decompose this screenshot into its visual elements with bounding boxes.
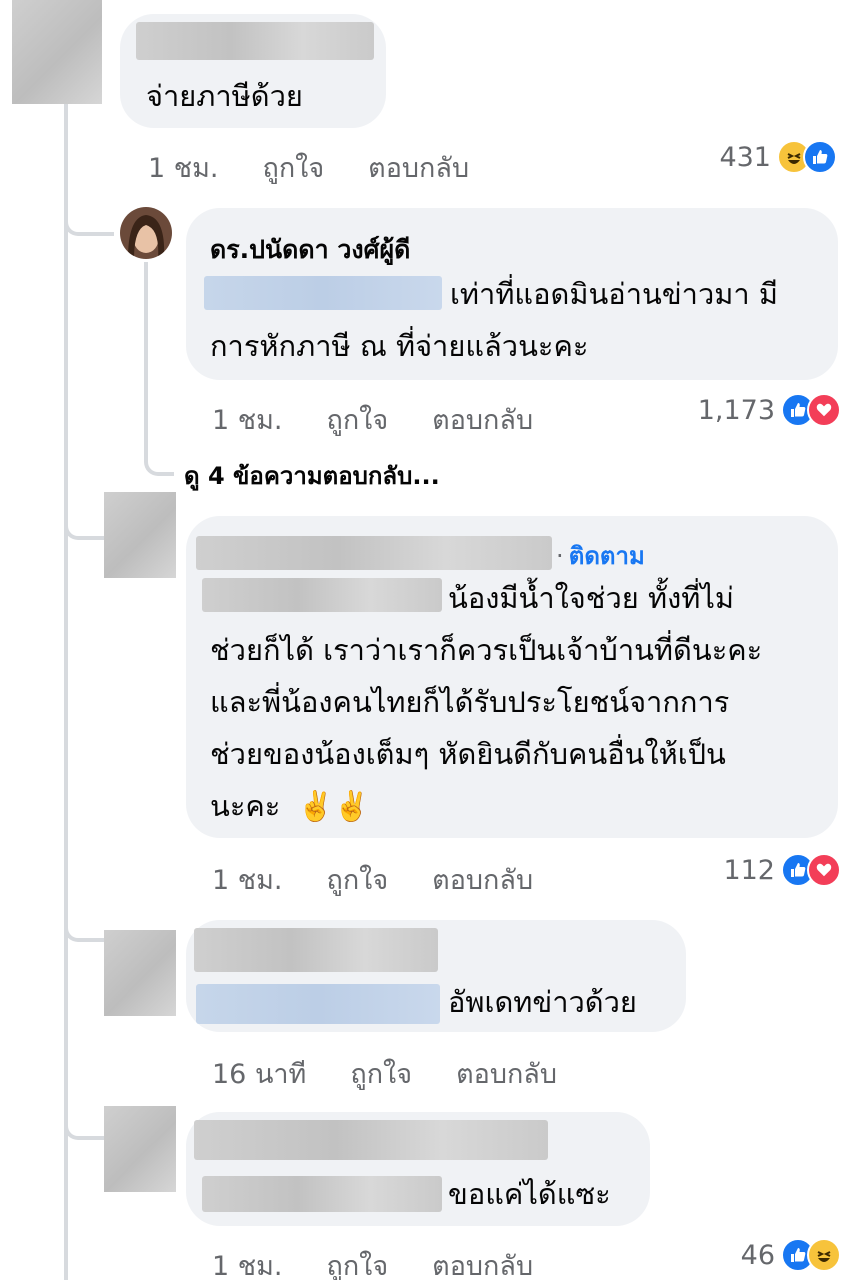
comment-meta: 1 ชม. ถูกใจ ตอบกลับ	[212, 398, 533, 441]
thread-connector	[64, 1100, 104, 1140]
comment-text-end: นะคะ	[210, 789, 281, 823]
haha-icon	[807, 1238, 841, 1272]
timestamp[interactable]: 1 ชม.	[212, 398, 282, 441]
reply-button[interactable]: ตอบกลับ	[432, 1244, 533, 1280]
thread-connector	[144, 440, 174, 476]
avatar[interactable]	[120, 207, 172, 259]
love-icon	[807, 853, 841, 887]
reaction-count: 112	[723, 854, 775, 886]
separator-dot: ·	[556, 542, 564, 570]
comment-text-line: ช่วยของน้องเต็มๆ หัดยินดีกับคนอื่นให้เป็…	[210, 737, 726, 771]
like-button[interactable]: ถูกใจ	[326, 1244, 388, 1280]
mention-redacted[interactable]	[204, 276, 442, 310]
reaction-summary[interactable]: 1,173	[698, 393, 841, 427]
like-icon	[803, 140, 837, 174]
victory-hand-emoji: ✌️✌️	[297, 789, 370, 823]
reaction-count: 1,173	[697, 394, 775, 426]
thread-connector	[64, 900, 104, 942]
timestamp[interactable]: 16 นาที	[212, 1052, 306, 1095]
thread-line-reply	[144, 262, 148, 462]
like-button[interactable]: ถูกใจ	[326, 398, 388, 441]
follow-group: · ติดตาม	[556, 536, 645, 575]
mention-redacted[interactable]	[196, 984, 440, 1024]
thread-connector	[64, 500, 104, 540]
thread-connector	[64, 190, 114, 236]
mention-redacted[interactable]	[202, 1176, 442, 1212]
comment-meta: 1 ชม. ถูกใจ ตอบกลับ	[148, 146, 469, 189]
comment-text-line: ช่วยก็ได้ เราว่าเราก็ควรเป็นเจ้าบ้านที่ด…	[210, 633, 763, 667]
avatar[interactable]	[104, 1106, 176, 1192]
like-button[interactable]: ถูกใจ	[326, 858, 388, 901]
reaction-count: 46	[740, 1239, 775, 1271]
author-name-redacted[interactable]	[196, 536, 552, 570]
view-replies-link[interactable]: ดู 4 ข้อความตอบกลับ...	[184, 456, 440, 495]
comment-text: ขอแค่ได้แซะ	[448, 1177, 611, 1211]
reply-button[interactable]: ตอบกลับ	[432, 398, 533, 441]
timestamp[interactable]: 1 ชม.	[148, 146, 218, 189]
reaction-summary[interactable]: 46	[741, 1238, 841, 1272]
author-name-redacted[interactable]	[136, 22, 374, 60]
mention-redacted[interactable]	[202, 578, 442, 612]
comment-text: จ่ายภาษีด้วย	[146, 79, 303, 113]
comment-text: อัพเดทข่าวด้วย	[448, 985, 637, 1019]
reply-button[interactable]: ตอบกลับ	[456, 1052, 557, 1095]
avatar[interactable]	[12, 0, 102, 104]
comment-text-line: การหักภาษี ณ ที่จ่ายแล้วนะคะ	[210, 329, 589, 363]
reply-button[interactable]: ตอบกลับ	[432, 858, 533, 901]
comment-meta: 16 นาที ถูกใจ ตอบกลับ	[212, 1052, 557, 1095]
like-button[interactable]: ถูกใจ	[350, 1052, 412, 1095]
comment-text-line: เท่าที่แอดมินอ่านข่าวมา มี	[450, 277, 778, 311]
reaction-summary[interactable]: 112	[723, 853, 841, 887]
avatar[interactable]	[104, 930, 176, 1016]
reaction-count: 431	[719, 141, 771, 173]
comment-text-line: และพี่น้องคนไทยก็ได้รับประโยชน์จากการ	[210, 685, 730, 719]
author-name-redacted[interactable]	[194, 1120, 548, 1160]
reaction-summary[interactable]: 431	[719, 140, 837, 174]
timestamp[interactable]: 1 ชม.	[212, 858, 282, 901]
love-icon	[807, 393, 841, 427]
comment-meta: 1 ชม. ถูกใจ ตอบกลับ	[212, 1244, 533, 1280]
author-name[interactable]: ดร.ปนัดดา วงศ์ผู้ดี	[210, 230, 410, 270]
follow-button[interactable]: ติดตาม	[569, 542, 645, 570]
author-name-redacted[interactable]	[194, 928, 438, 972]
timestamp[interactable]: 1 ชม.	[212, 1244, 282, 1280]
comment-text-line: นะคะ ✌️✌️	[210, 780, 370, 832]
comment-meta: 1 ชม. ถูกใจ ตอบกลับ	[212, 858, 533, 901]
avatar[interactable]	[104, 492, 176, 578]
comment-text-line: น้องมีน้ำใจช่วย ทั้งที่ไม่	[448, 581, 735, 615]
reply-button[interactable]: ตอบกลับ	[368, 146, 469, 189]
like-button[interactable]: ถูกใจ	[262, 146, 324, 189]
